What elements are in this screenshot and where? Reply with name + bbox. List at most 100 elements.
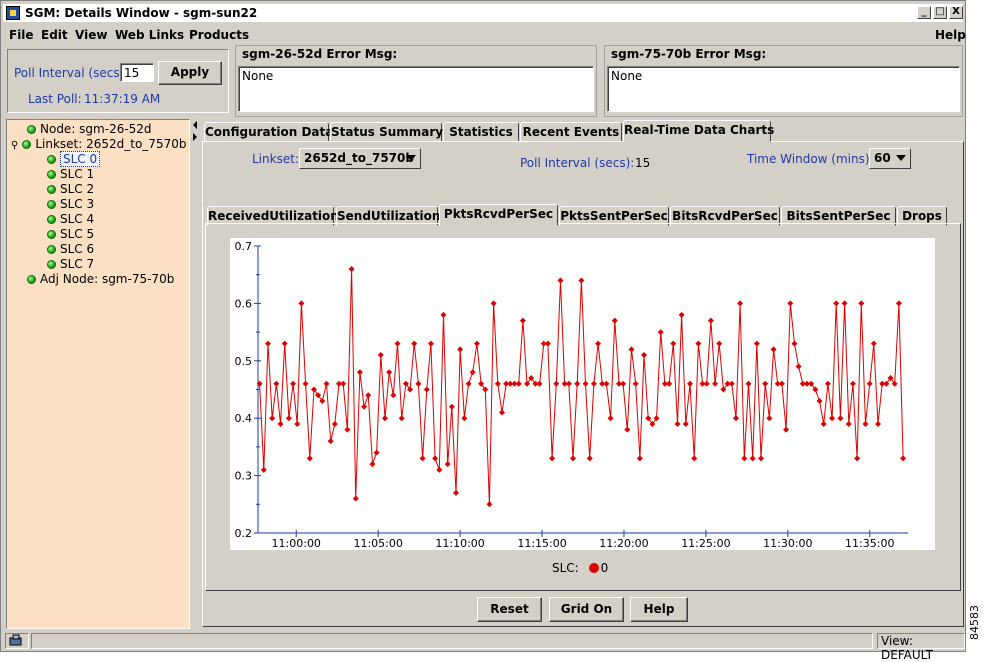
tab-statistics[interactable]: Statistics (443, 122, 519, 142)
reset-button[interactable]: Reset (477, 597, 542, 622)
data-point (620, 380, 627, 387)
time-window-select[interactable]: 60 (869, 148, 911, 169)
data-point (900, 455, 907, 462)
tree-item[interactable]: SLC 4 (47, 212, 94, 226)
x-tick-label: 11:30:00 (763, 537, 812, 550)
tab-recent-events[interactable]: Recent Events (520, 122, 622, 142)
tree-item[interactable]: Node: sgm-26-52d (27, 122, 152, 136)
tab-status-summary[interactable]: Status Summary (330, 122, 443, 142)
data-point (386, 369, 393, 376)
y-tick-label: 0.3 (235, 470, 253, 483)
data-point (833, 300, 840, 307)
tree-item[interactable]: SLC 2 (47, 182, 94, 196)
data-point (557, 277, 564, 284)
y-tick-label: 0.6 (235, 297, 253, 310)
x-tick-label: 11:00:00 (272, 537, 321, 550)
tree-item[interactable]: SLC 7 (47, 257, 94, 271)
data-point (394, 340, 401, 347)
data-point (716, 340, 723, 347)
data-point (306, 455, 313, 462)
data-point (448, 403, 455, 410)
data-point (845, 420, 852, 427)
grid-toggle-button[interactable]: Grid On (549, 597, 624, 622)
data-point (432, 455, 439, 462)
data-point (749, 455, 756, 462)
close-button[interactable]: X (949, 6, 963, 19)
data-point (549, 455, 556, 462)
data-point (745, 380, 752, 387)
data-point (582, 380, 589, 387)
last-poll-label: Last Poll: (28, 92, 82, 106)
help-button[interactable]: Help (630, 597, 688, 622)
data-point (895, 300, 902, 307)
tree-item[interactable]: Adj Node: sgm-75-70b (27, 272, 174, 286)
title-bar[interactable]: SGM: Details Window - sgm-sun22 _ □ X (3, 4, 963, 22)
maximize-button[interactable]: □ (933, 6, 947, 19)
legend-marker-icon (588, 563, 599, 573)
menu-products[interactable]: Products (189, 28, 249, 42)
menu-web-links[interactable]: Web Links (115, 28, 184, 42)
tree-item[interactable]: SLC 0 (47, 151, 101, 167)
data-point (691, 455, 698, 462)
data-point (770, 346, 777, 353)
tree-item[interactable]: ⚲ Linkset: 2652d_to_7570b (11, 137, 186, 151)
tree-item[interactable]: SLC 6 (47, 242, 94, 256)
data-point (841, 300, 848, 307)
data-point (453, 489, 460, 496)
data-point (728, 380, 735, 387)
menu-edit[interactable]: Edit (41, 28, 68, 42)
expand-toggle-icon[interactable]: ⚲ (11, 140, 18, 151)
data-point (465, 380, 472, 387)
data-point (369, 461, 376, 468)
tree-item[interactable]: SLC 1 (47, 167, 94, 181)
error-message-box[interactable]: None (607, 66, 960, 112)
y-tick-label: 0.5 (235, 355, 253, 368)
data-point (553, 380, 560, 387)
status-icon-box (5, 633, 29, 649)
linkset-select[interactable]: 2652d_to_7570b (299, 148, 421, 169)
error-group-sgm-26-52d: sgm-26-52d Error Msg: None (235, 45, 597, 117)
tab-configuration-data[interactable]: Configuration Data (204, 122, 333, 142)
menu-help[interactable]: Help (935, 28, 966, 42)
pkts-rcvd-chart: 0.2 0.3 0.4 0.5 0.6 0.7 11:00:00 11:05:00 11:10:… (235, 240, 908, 550)
tab-pkts-rcvd-per-sec[interactable]: PktsRcvdPerSec (439, 204, 558, 226)
tree-item[interactable]: SLC 5 (47, 227, 94, 241)
menu-bar: File Edit View Web Links Products Help (3, 25, 966, 45)
chart-area: 0.2 0.3 0.4 0.5 0.6 0.7 11:00:00 11:05:00 11:10:… (230, 238, 935, 550)
tree-item[interactable]: SLC 3 (47, 197, 94, 211)
data-point (457, 346, 464, 353)
data-point (858, 300, 865, 307)
menu-view[interactable]: View (75, 28, 107, 42)
split-pane-divider[interactable] (191, 119, 199, 629)
data-point (695, 340, 702, 347)
status-ok-icon (47, 260, 56, 269)
data-point (574, 380, 581, 387)
data-point (854, 455, 861, 462)
chevron-down-icon (406, 155, 416, 161)
data-point (344, 426, 351, 433)
status-ok-icon (47, 185, 56, 194)
data-point (377, 352, 384, 359)
data-point (829, 415, 836, 422)
data-point (423, 386, 430, 393)
minimize-button[interactable]: _ (917, 6, 931, 19)
collapse-arrows-icon[interactable] (191, 119, 199, 149)
tab-real-time-data-charts[interactable]: Real-Time Data Charts (623, 120, 774, 142)
data-point (607, 415, 614, 422)
data-point (603, 380, 610, 387)
data-point (766, 415, 773, 422)
error-message-box[interactable]: None (238, 66, 594, 112)
data-point (641, 352, 648, 359)
data-point (820, 420, 827, 427)
data-point (490, 300, 497, 307)
data-point (795, 363, 802, 370)
data-point (398, 415, 405, 422)
data-point (849, 380, 856, 387)
apply-button[interactable]: Apply (158, 61, 222, 85)
data-point (269, 415, 276, 422)
data-point (862, 420, 869, 427)
poll-interval-input[interactable]: 15 (120, 63, 154, 82)
app-icon (6, 6, 20, 20)
menu-file[interactable]: File (9, 28, 34, 42)
legend-series-name: 0 (600, 561, 609, 575)
